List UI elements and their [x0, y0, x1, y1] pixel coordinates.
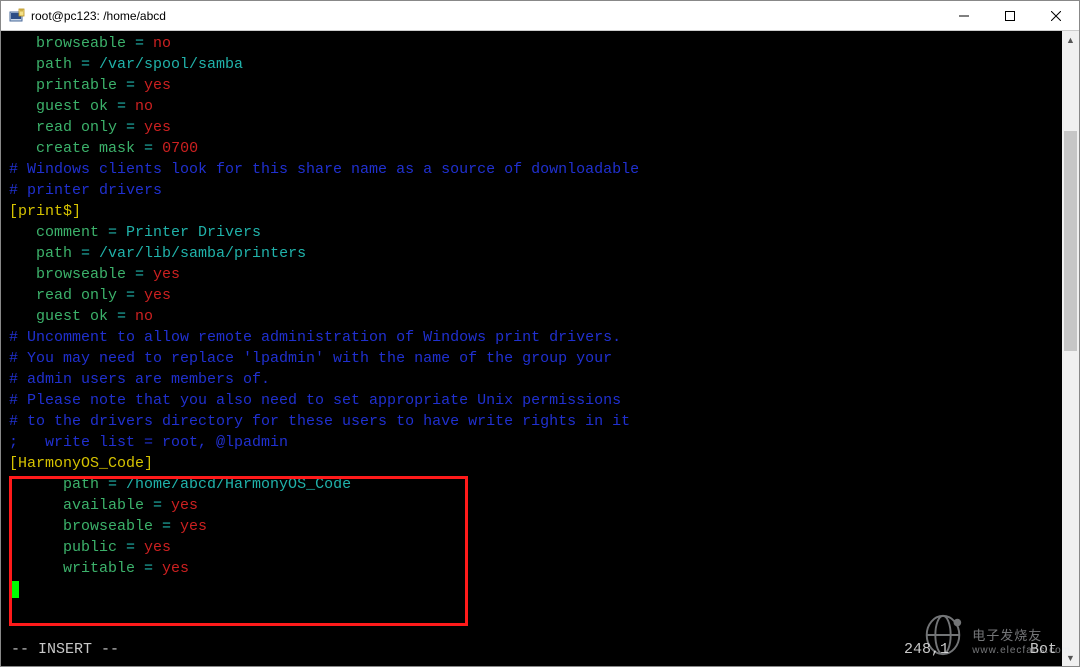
- terminal-line: path = /home/abcd/HarmonyOS_Code: [9, 474, 1059, 495]
- watermark-text: 电子发烧友 www.elecfans.com: [972, 628, 1071, 658]
- terminal-line: browseable = yes: [9, 264, 1059, 285]
- watermark-line2: www.elecfans.com: [972, 643, 1071, 658]
- watermark: 电子发烧友 www.elecfans.com: [920, 612, 1071, 658]
- terminal-cursor: [9, 581, 19, 598]
- terminal-line: read only = yes: [9, 285, 1059, 306]
- terminal-line: comment = Printer Drivers: [9, 222, 1059, 243]
- terminal-line: writable = yes: [9, 558, 1059, 579]
- close-icon: [1051, 11, 1061, 21]
- terminal-line: path = /var/lib/samba/printers: [9, 243, 1059, 264]
- scroll-up-button[interactable]: ▲: [1062, 31, 1079, 48]
- terminal-cursor-line: [9, 579, 1059, 600]
- terminal-line: # to the drivers directory for these use…: [9, 411, 1059, 432]
- terminal-line: printable = yes: [9, 75, 1059, 96]
- terminal-line: # Please note that you also need to set …: [9, 390, 1059, 411]
- terminal-line: path = /var/spool/samba: [9, 54, 1059, 75]
- terminal-line: [HarmonyOS_Code]: [9, 453, 1059, 474]
- terminal-line: browseable = yes: [9, 516, 1059, 537]
- watermark-shield-icon: [920, 612, 966, 658]
- vim-mode: -- INSERT --: [11, 639, 119, 660]
- titlebar[interactable]: root@pc123: /home/abcd: [1, 1, 1079, 31]
- maximize-icon: [1005, 11, 1015, 21]
- watermark-line1: 电子发烧友: [972, 628, 1071, 643]
- scrollbar[interactable]: ▲ ▼: [1062, 31, 1079, 666]
- terminal-line: [print$]: [9, 201, 1059, 222]
- window-title: root@pc123: /home/abcd: [31, 9, 166, 23]
- scroll-thumb[interactable]: [1064, 131, 1077, 351]
- terminal-line: read only = yes: [9, 117, 1059, 138]
- terminal-line: ; write list = root, @lpadmin: [9, 432, 1059, 453]
- terminal-line: # printer drivers: [9, 180, 1059, 201]
- minimize-button[interactable]: [941, 1, 987, 30]
- minimize-icon: [959, 11, 969, 21]
- terminal-line: # You may need to replace 'lpadmin' with…: [9, 348, 1059, 369]
- vim-status-line: -- INSERT --248,1 Bot: [9, 639, 1059, 660]
- close-button[interactable]: [1033, 1, 1079, 30]
- terminal-line: guest ok = no: [9, 96, 1059, 117]
- terminal-line: create mask = 0700: [9, 138, 1059, 159]
- terminal-line: available = yes: [9, 495, 1059, 516]
- terminal-line: public = yes: [9, 537, 1059, 558]
- terminal-line: # admin users are members of.: [9, 369, 1059, 390]
- terminal-line: # Uncomment to allow remote administrati…: [9, 327, 1059, 348]
- terminal-line: browseable = no: [9, 33, 1059, 54]
- window-controls: [941, 1, 1079, 30]
- putty-window: root@pc123: /home/abcd browseable = no p…: [0, 0, 1080, 667]
- terminal-line: guest ok = no: [9, 306, 1059, 327]
- terminal-line: # Windows clients look for this share na…: [9, 159, 1059, 180]
- putty-icon: [9, 8, 25, 24]
- maximize-button[interactable]: [987, 1, 1033, 30]
- title-left: root@pc123: /home/abcd: [1, 8, 166, 24]
- terminal-area[interactable]: browseable = no path = /var/spool/samba …: [9, 33, 1059, 662]
